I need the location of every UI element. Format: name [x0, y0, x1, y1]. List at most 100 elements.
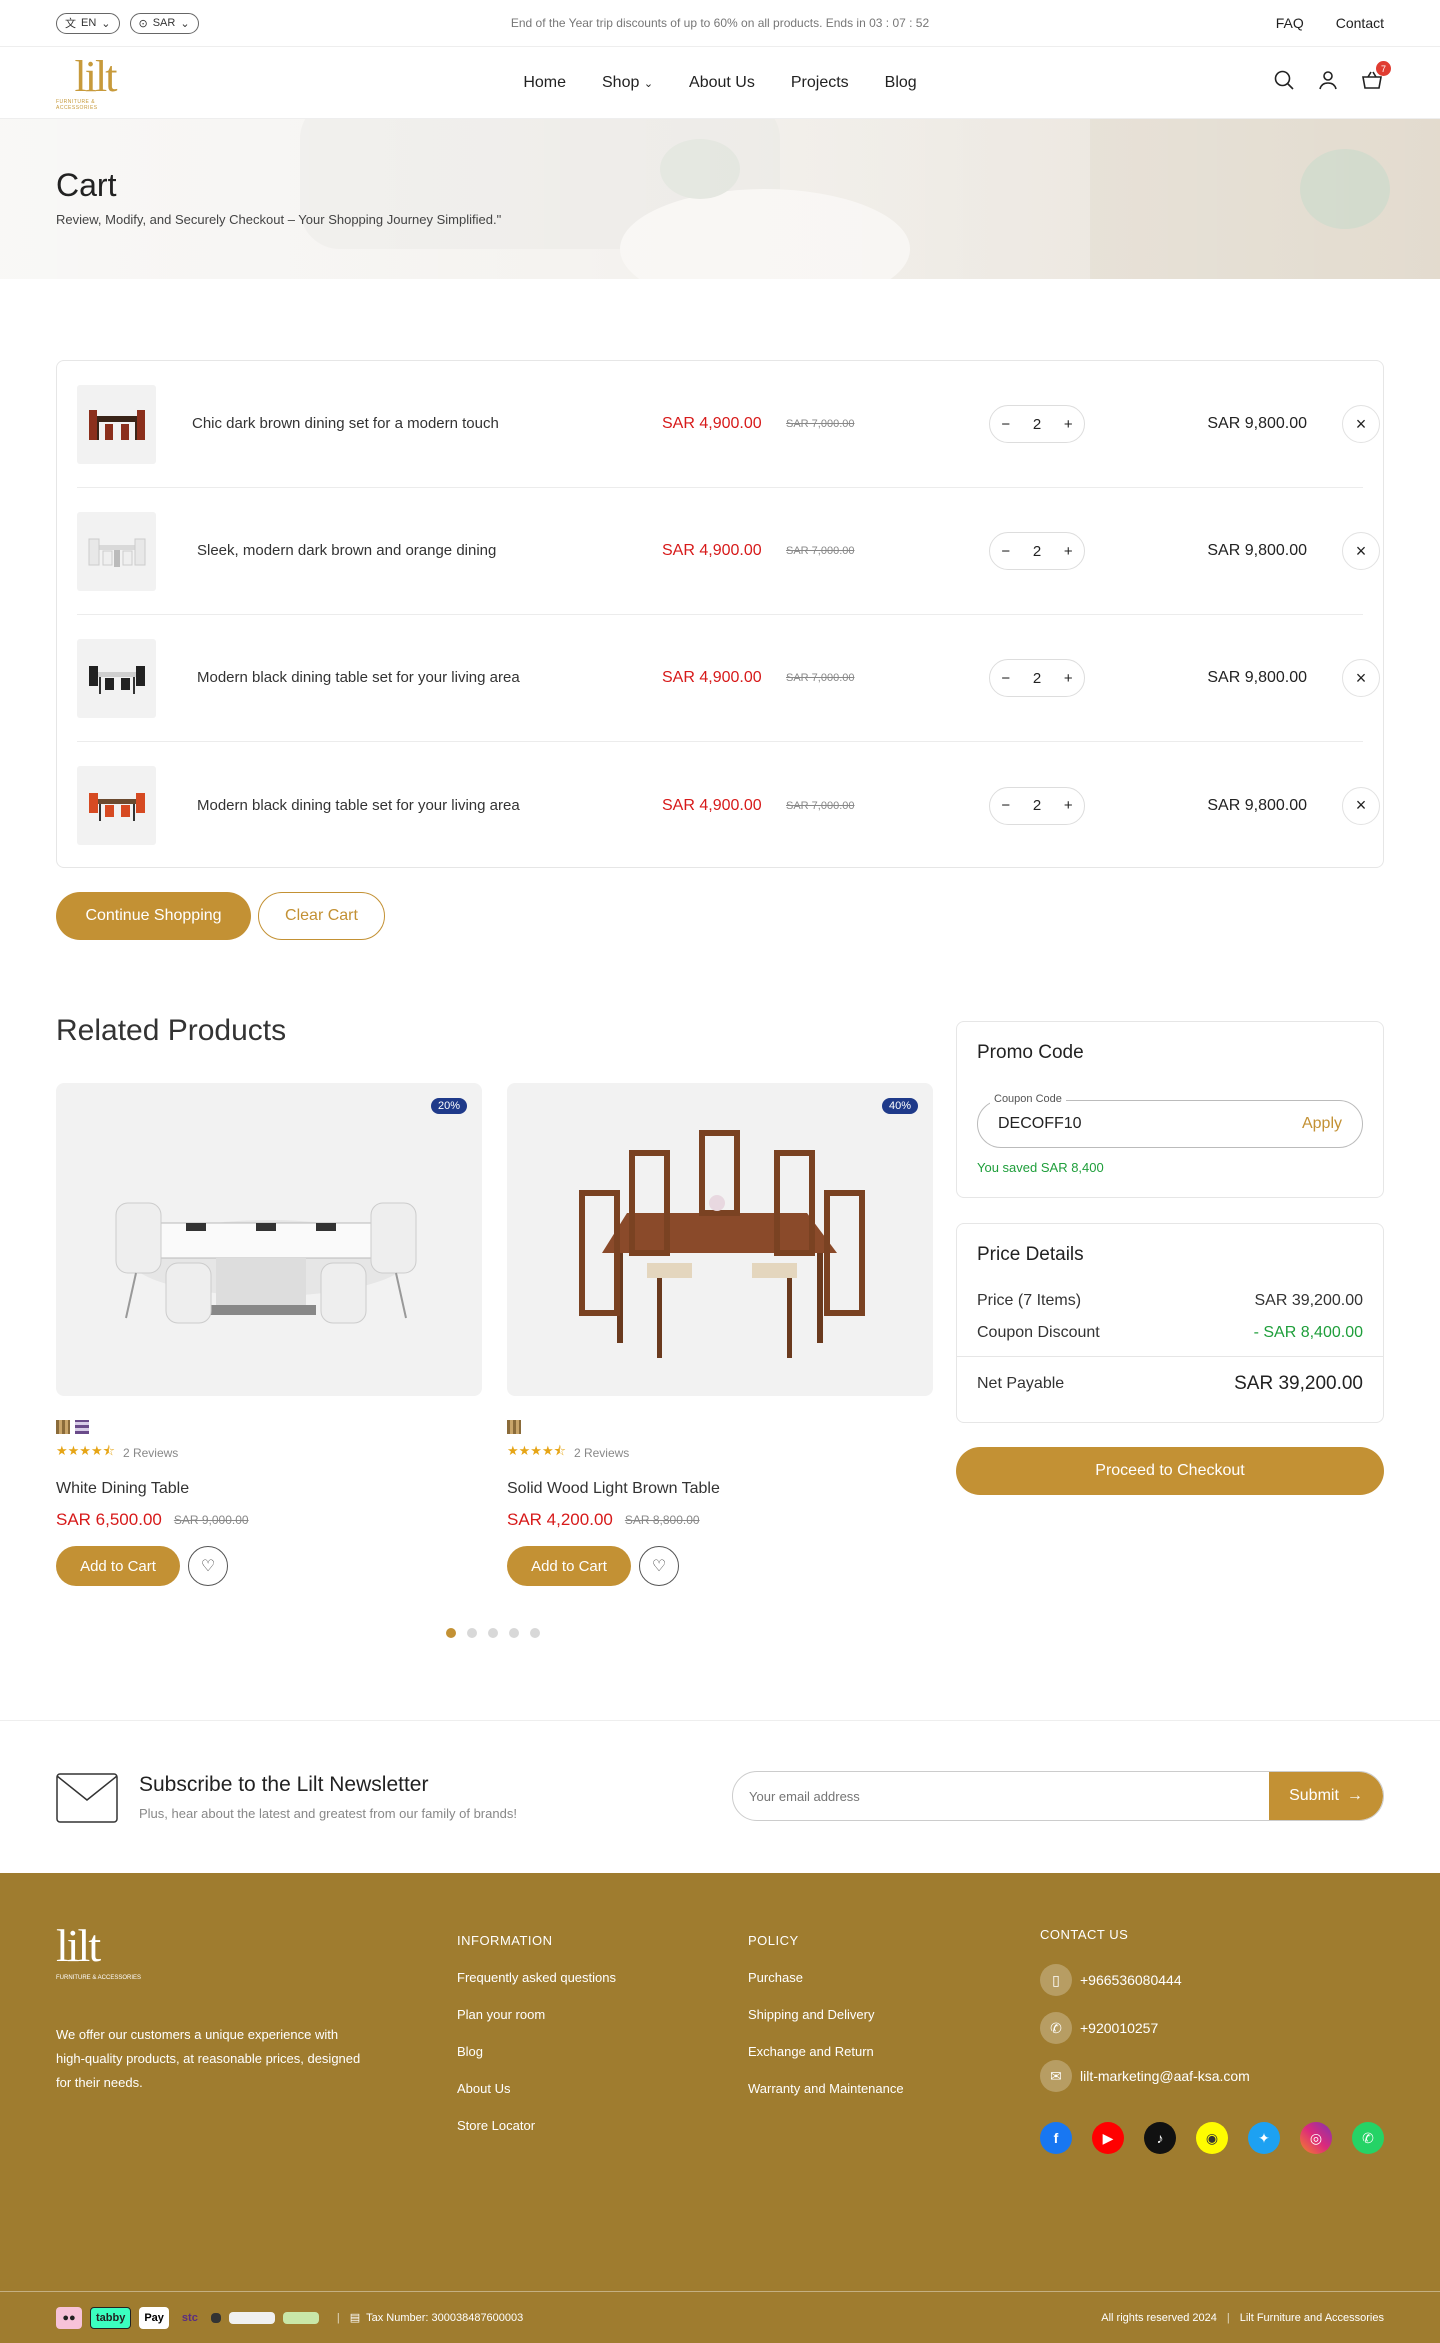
add-to-cart-button[interactable]: Add to Cart	[56, 1546, 180, 1586]
footer-link-faq[interactable]: Frequently asked questions	[457, 1970, 616, 1985]
decrease-button[interactable]: −	[1001, 797, 1010, 814]
carousel-dot[interactable]	[467, 1628, 477, 1638]
tax-number: Tax Number: 300038487600003	[366, 2311, 524, 2324]
payment-icon-stc: stc	[181, 2311, 198, 2324]
nav-blog[interactable]: Blog	[885, 74, 917, 92]
increase-button[interactable]: +	[1064, 797, 1073, 814]
faq-link[interactable]: FAQ	[1276, 15, 1304, 31]
coupon-field[interactable]: Coupon Code DECOFF10 Apply	[977, 1093, 1363, 1148]
remove-item-button[interactable]: ×	[1342, 532, 1380, 570]
carousel-dot[interactable]	[509, 1628, 519, 1638]
close-icon: ×	[1355, 540, 1367, 561]
cart-icon[interactable]: 7	[1360, 61, 1391, 97]
product-thumbnail[interactable]	[77, 511, 156, 591]
color-swatch[interactable]	[507, 1420, 521, 1434]
user-icon[interactable]	[1316, 68, 1340, 97]
footer-logo[interactable]: lilt FURNITURE & ACCESSORIES	[56, 1923, 141, 1982]
nav-projects[interactable]: Projects	[791, 74, 849, 92]
copyright: All rights reserved 2024	[1101, 2311, 1217, 2324]
cart-item-name[interactable]: Sleek, modern dark brown and orange dini…	[197, 540, 557, 562]
remove-item-button[interactable]: ×	[1342, 659, 1380, 697]
product-price: SAR 6,500.00	[56, 1510, 162, 1529]
quantity-value: 2	[1032, 797, 1042, 814]
cart-item-name[interactable]: Chic dark brown dining set for a modern …	[192, 413, 552, 435]
product-old-price: SAR 8,800.00	[624, 1513, 700, 1527]
product-thumbnail[interactable]	[77, 766, 156, 845]
facebook-icon[interactable]: f	[1040, 2122, 1072, 2154]
phone-icon: ✆	[1040, 2012, 1072, 2044]
apply-button[interactable]: Apply	[1302, 1115, 1342, 1133]
translate-icon: 文	[65, 18, 76, 30]
footer-link-shipping[interactable]: Shipping and Delivery	[748, 2007, 904, 2022]
contact-email[interactable]: ✉ lilt-marketing@aaf-ksa.com	[1040, 2060, 1404, 2092]
contact-mobile[interactable]: ▯ +966536080444	[1040, 1964, 1404, 1996]
wishlist-button[interactable]: ♡	[188, 1546, 228, 1586]
product-name[interactable]: Solid Wood Light Brown Table	[507, 1480, 933, 1498]
decrease-button[interactable]: −	[1001, 670, 1010, 687]
quantity-stepper: − 2 +	[989, 532, 1085, 570]
cart-item-old-price: SAR 7,000.00	[786, 672, 855, 684]
coupon-discount-value: - SAR 8,400.00	[1253, 1324, 1363, 1341]
cart-item: Modern black dining table set for your l…	[77, 615, 1380, 742]
product-price: SAR 4,200.00	[507, 1510, 613, 1529]
increase-button[interactable]: +	[1064, 670, 1073, 687]
proceed-to-checkout-button[interactable]: Proceed to Checkout	[956, 1447, 1384, 1495]
increase-button[interactable]: +	[1064, 416, 1073, 433]
footer-link-blog[interactable]: Blog	[457, 2044, 616, 2059]
top-bar: 文 EN ⌄ ⊙ SAR ⌄ End of the Year trip discount…	[0, 0, 1440, 47]
footer-link-plan[interactable]: Plan your room	[457, 2007, 616, 2022]
search-icon[interactable]	[1272, 68, 1296, 97]
twitter-icon[interactable]: ✦	[1248, 2122, 1280, 2154]
tiktok-icon[interactable]: ♪	[1144, 2122, 1176, 2154]
nav-home[interactable]: Home	[523, 74, 566, 92]
decrease-button[interactable]: −	[1001, 416, 1010, 433]
carousel-dot[interactable]	[446, 1628, 456, 1638]
footer-about: We offer our customers a unique experien…	[56, 2027, 361, 2090]
color-swatch[interactable]	[75, 1420, 89, 1434]
product-thumbnail[interactable]	[77, 384, 156, 464]
cart-item-name[interactable]: Modern black dining table set for your l…	[197, 667, 557, 689]
increase-button[interactable]: +	[1064, 543, 1073, 560]
product-image[interactable]: 40%	[507, 1083, 933, 1396]
color-swatch[interactable]	[56, 1420, 70, 1434]
product-name[interactable]: White Dining Table	[56, 1480, 482, 1498]
whatsapp-icon[interactable]: ✆	[1352, 2122, 1384, 2154]
payment-icon-mada	[282, 2311, 319, 2324]
product-card: 20% ★★★★⯪ 2 Reviews White Dining Table SA…	[56, 1083, 482, 1586]
close-icon: ×	[1355, 667, 1367, 688]
nav-shop[interactable]: Shop ⌄	[602, 74, 653, 92]
footer-link-about[interactable]: About Us	[457, 2081, 616, 2096]
product-image[interactable]: 20%	[56, 1083, 482, 1396]
add-to-cart-button[interactable]: Add to Cart	[507, 1546, 631, 1586]
footer-policy-column: POLICY Purchase Shipping and Delivery Ex…	[748, 1933, 904, 2118]
logo[interactable]: lilt FURNITURE & ACCESSORIES	[56, 52, 134, 114]
contact-link[interactable]: Contact	[1336, 15, 1384, 31]
carousel-dot[interactable]	[488, 1628, 498, 1638]
footer-link-warranty[interactable]: Warranty and Maintenance	[748, 2081, 904, 2096]
footer-link-exchange[interactable]: Exchange and Return	[748, 2044, 904, 2059]
discount-badge: 40%	[881, 1098, 918, 1114]
snapchat-icon[interactable]: ◉	[1196, 2122, 1228, 2154]
cart-item-total: SAR 9,800.00	[1207, 542, 1307, 559]
remove-item-button[interactable]: ×	[1342, 405, 1380, 443]
submit-button[interactable]: Submit →	[1269, 1772, 1383, 1820]
cart-item-name[interactable]: Modern black dining table set for your l…	[197, 795, 557, 817]
youtube-icon[interactable]: ▶	[1092, 2122, 1124, 2154]
continue-shopping-button[interactable]: Continue Shopping	[56, 892, 251, 940]
instagram-icon[interactable]: ◎	[1300, 2122, 1332, 2154]
price-label: Price (7 Items)	[977, 1292, 1082, 1309]
footer-link-purchase[interactable]: Purchase	[748, 1970, 904, 1985]
wishlist-button[interactable]: ♡	[639, 1546, 679, 1586]
email-field[interactable]	[733, 1772, 1269, 1820]
remove-item-button[interactable]: ×	[1342, 786, 1380, 825]
carousel-dot[interactable]	[530, 1628, 540, 1638]
nav-about[interactable]: About Us	[689, 74, 755, 92]
decrease-button[interactable]: −	[1001, 543, 1010, 560]
contact-phone[interactable]: ✆ +920010257	[1040, 2012, 1404, 2044]
promo-title: Promo Code	[977, 1042, 1084, 1063]
language-selector[interactable]: 文 EN ⌄	[56, 12, 120, 34]
footer-link-store[interactable]: Store Locator	[457, 2118, 616, 2133]
clear-cart-button[interactable]: Clear Cart	[258, 892, 385, 940]
currency-selector[interactable]: ⊙ SAR ⌄	[129, 12, 199, 34]
product-thumbnail[interactable]	[77, 638, 156, 718]
